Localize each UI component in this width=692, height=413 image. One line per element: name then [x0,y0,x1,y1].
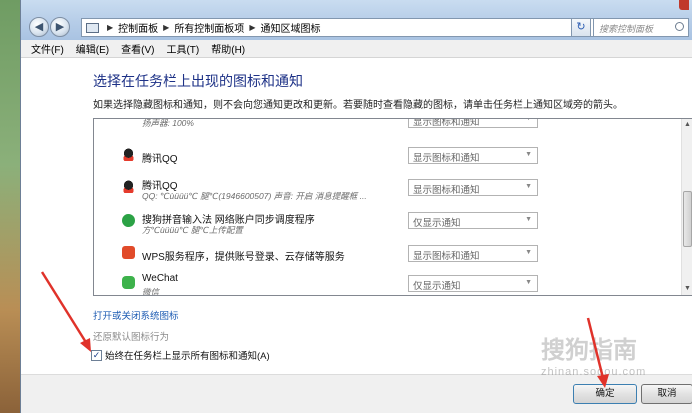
always-show-checkbox[interactable]: ✓ [91,349,102,361]
wechat-icon [122,276,135,289]
behavior-select[interactable]: 显示图标和通知 ▼ [408,147,538,164]
behavior-value: 显示图标和通知 [413,251,480,262]
row-title: WeChat [142,273,178,284]
cancel-button[interactable]: 取消 [641,384,692,404]
breadcrumb-control-panel[interactable]: 控制面板 [118,20,158,35]
row-title: WPS服务程序，提供账号登录、云存储等服务 [142,252,345,263]
menu-tools[interactable]: 工具(T) [166,41,199,56]
back-button[interactable]: ◀ [29,17,49,37]
forward-arrow-icon: ▶ [55,21,65,33]
behavior-value: 显示图标和通知 [413,153,480,164]
chevron-down-icon: ▼ [525,151,532,158]
scroll-thumb[interactable] [683,191,692,247]
menu-bar: 文件(F) 编辑(E) 查看(V) 工具(T) 帮助(H) [21,40,692,58]
row-subtitle: 扬声器: 100% [142,118,194,128]
title-bar: ◀ ▶ ▶ 控制面板 ▶ 所有控制面板项 ▶ 通知区域图标 ▼ ↻ 搜索控制面板 [21,0,692,40]
chevron-down-icon: ▼ [525,183,532,190]
list-scrollbar[interactable]: ▲ ▼ [681,119,692,295]
forward-button[interactable]: ▶ [50,17,70,37]
ok-button[interactable]: 确定 [573,384,637,404]
restore-defaults-link[interactable]: 还原默认图标行为 [93,329,169,343]
breadcrumb-separator-icon[interactable]: ▶ [107,23,113,32]
breadcrumb-all-items[interactable]: 所有控制面板项 [174,20,244,35]
behavior-select[interactable]: 显示图标和通知 ▼ [408,245,538,262]
back-arrow-icon: ◀ [34,21,44,33]
dialog-footer: 确定 取消 [21,374,692,413]
watermark-subtext: zhinan.sogou.com [541,366,647,378]
page-title: 选择在任务栏上出现的图标和通知 [93,73,303,89]
menu-view[interactable]: 查看(V) [121,41,154,56]
behavior-select[interactable]: 仅显示通知 ▼ [408,212,538,229]
list-item: 搜狗拼音输入法 网络账户同步调度程序 方℃ùüüü℃ 腿℃上传配置 仅显示通知 … [94,205,682,237]
always-show-label[interactable]: 始终在任务栏上显示所有图标和通知(A) [105,348,270,362]
chevron-down-icon: ▼ [525,216,532,223]
breadcrumb-notification-icons[interactable]: 通知区域图标 [260,20,320,35]
scroll-up-icon[interactable]: ▲ [682,119,692,131]
page-description: 如果选择隐藏图标和通知，则不会向您通知更改和更新。若要随时查看隐藏的图标，请单击… [93,100,623,111]
behavior-value: 仅显示通知 [413,218,461,229]
notification-icon-list[interactable]: 扬声器: 100% 显示图标和通知 ▼ 腾讯QQ 显示图标和通知 ▼ 腾讯QQ [93,118,692,296]
qq-icon [122,180,135,193]
behavior-value: 显示图标和通知 [413,185,480,196]
breadcrumb-separator-icon[interactable]: ▶ [163,23,169,32]
search-icon[interactable] [675,22,684,31]
menu-help[interactable]: 帮助(H) [211,41,245,56]
control-panel-icon [86,22,99,33]
row-subtitle: QQ: ℃ùüüü℃ 腿℃(1946600507) 声音: 开启 消息提醒框 .… [142,191,367,201]
row-subtitle: 方℃ùüüü℃ 腿℃上传配置 [142,225,243,235]
desktop-background [0,0,22,413]
close-button[interactable] [679,0,689,10]
search-placeholder: 搜索控制面板 [599,24,654,34]
system-icons-link[interactable]: 打开或关闭系统图标 [93,308,179,322]
chevron-down-icon: ▼ [525,279,532,286]
behavior-select[interactable]: 显示图标和通知 ▼ [408,179,538,196]
behavior-value: 显示图标和通知 [413,118,480,128]
behavior-select[interactable]: 显示图标和通知 ▼ [408,118,538,128]
menu-file[interactable]: 文件(F) [31,41,64,56]
watermark-text: 搜狗指南 [541,337,637,364]
row-subtitle: 微信 [142,287,160,296]
qq-icon [122,148,135,161]
list-item: 腾讯QQ 显示图标和通知 ▼ [94,139,682,171]
behavior-select[interactable]: 仅显示通知 ▼ [408,275,538,292]
control-panel-window: ◀ ▶ ▶ 控制面板 ▶ 所有控制面板项 ▶ 通知区域图标 ▼ ↻ 搜索控制面板… [20,0,692,413]
always-show-checkbox-row[interactable]: ✓ 始终在任务栏上显示所有图标和通知(A) [91,348,270,362]
scroll-down-icon[interactable]: ▼ [682,283,692,295]
chevron-down-icon: ▼ [525,118,532,122]
address-bar[interactable]: ▶ 控制面板 ▶ 所有控制面板项 ▶ 通知区域图标 ▼ [81,18,597,37]
search-input[interactable]: 搜索控制面板 [593,18,689,37]
behavior-value: 仅显示通知 [413,281,461,292]
chevron-down-icon: ▼ [525,249,532,256]
breadcrumb-separator-icon[interactable]: ▶ [249,23,255,32]
menu-edit[interactable]: 编辑(E) [76,41,109,56]
list-item: WPS服务程序，提供账号登录、云存储等服务 显示图标和通知 ▼ [94,237,682,269]
wps-icon [122,246,135,259]
sogou-icon [122,214,135,227]
list-item: WeChat 微信 仅显示通知 ▼ [94,267,682,296]
list-item: 腾讯QQ QQ: ℃ùüüü℃ 腿℃(1946600507) 声音: 开启 消息… [94,171,682,203]
row-title: 腾讯QQ [142,154,178,165]
refresh-icon: ↻ [576,21,586,33]
refresh-button[interactable]: ↻ [571,18,591,37]
main-content: 选择在任务栏上出现的图标和通知 如果选择隐藏图标和通知，则不会向您通知更改和更新… [21,58,692,374]
